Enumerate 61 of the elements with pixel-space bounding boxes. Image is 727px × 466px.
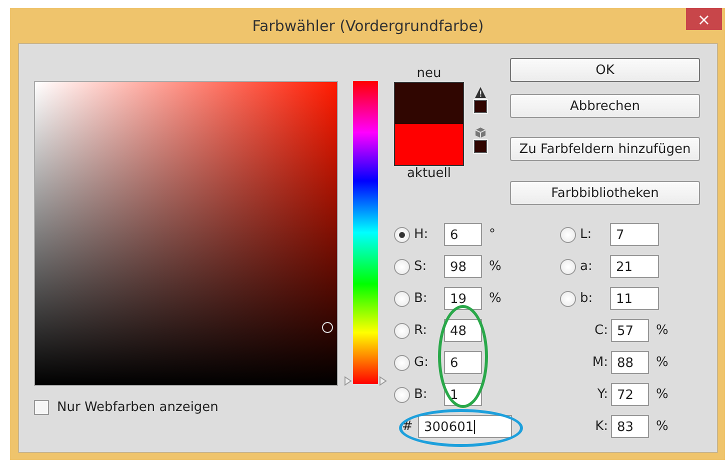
field-label: H: bbox=[414, 227, 430, 242]
field-label: Y: bbox=[596, 387, 609, 402]
input-field[interactable]: 11 bbox=[610, 287, 659, 310]
window-title: Farbwähler (Vordergrundfarbe) bbox=[252, 16, 484, 34]
radio-button[interactable] bbox=[394, 258, 410, 274]
swatch-label: neu bbox=[416, 66, 442, 82]
warning-icon bbox=[474, 87, 486, 98]
input-field[interactable]: 48 bbox=[444, 319, 482, 342]
field-label: S: bbox=[414, 259, 428, 274]
unit-label: % bbox=[656, 387, 668, 402]
unit-label: % bbox=[489, 291, 502, 306]
dialog-button[interactable]: Farbbibliotheken bbox=[510, 181, 700, 205]
checkbox[interactable] bbox=[34, 400, 49, 415]
unit-label: % bbox=[489, 259, 502, 274]
dialog-button[interactable]: OK bbox=[510, 58, 700, 82]
dialog-button[interactable]: Zu Farbfeldern hinzufügen bbox=[510, 137, 700, 161]
radio-button[interactable] bbox=[394, 386, 410, 402]
swatch-label: aktuell bbox=[406, 166, 452, 182]
field-label: L: bbox=[580, 227, 593, 242]
dialog-button[interactable]: Abbrechen bbox=[510, 94, 700, 118]
cube-icon bbox=[474, 127, 486, 138]
field-label: M: bbox=[591, 355, 609, 370]
gamut-swatch[interactable] bbox=[474, 100, 486, 113]
radio-button[interactable] bbox=[394, 290, 410, 306]
input-field[interactable]: 6 bbox=[444, 223, 482, 246]
unit-label: % bbox=[656, 419, 668, 434]
radio-button[interactable] bbox=[560, 226, 576, 242]
radio-button[interactable] bbox=[560, 258, 576, 274]
radio-button[interactable] bbox=[560, 290, 576, 306]
input-field[interactable]: 83 bbox=[611, 415, 649, 438]
input-field[interactable]: 57 bbox=[611, 319, 649, 342]
color-field[interactable] bbox=[34, 81, 338, 386]
field-label: G: bbox=[414, 355, 430, 370]
checkbox-label: Nur Webfarben anzeigen bbox=[57, 400, 218, 415]
unit-label: % bbox=[656, 323, 668, 338]
input-field[interactable]: 6 bbox=[444, 351, 482, 374]
hue-handle[interactable] bbox=[344, 376, 387, 386]
input-field[interactable]: 7 bbox=[610, 223, 659, 246]
input-field[interactable]: 19 bbox=[444, 287, 482, 310]
hue-slider[interactable] bbox=[344, 81, 387, 386]
field-label: a: bbox=[580, 259, 594, 274]
input-field[interactable]: 98 bbox=[444, 255, 482, 278]
input-field[interactable]: 88 bbox=[611, 351, 649, 374]
input-field[interactable]: 21 bbox=[610, 255, 659, 278]
radio-button[interactable] bbox=[394, 354, 410, 370]
field-label: K: bbox=[594, 419, 609, 434]
field-label: B: bbox=[414, 387, 428, 402]
unit-label: % bbox=[656, 355, 668, 370]
radio-button[interactable] bbox=[394, 226, 410, 242]
close-button[interactable]: × bbox=[686, 8, 722, 30]
web-safe-swatch[interactable] bbox=[474, 140, 486, 153]
radio-button[interactable] bbox=[394, 322, 410, 338]
field-label: C: bbox=[594, 323, 609, 338]
hex-label: # bbox=[402, 419, 414, 434]
field-label: b: bbox=[580, 291, 594, 306]
field-label: R: bbox=[414, 323, 428, 338]
input-field[interactable]: 72 bbox=[611, 383, 649, 406]
field-label: B: bbox=[414, 291, 428, 306]
hex-input-field[interactable]: 300601 bbox=[418, 415, 512, 438]
picker-marker[interactable] bbox=[322, 322, 333, 333]
unit-label: ° bbox=[489, 227, 496, 242]
